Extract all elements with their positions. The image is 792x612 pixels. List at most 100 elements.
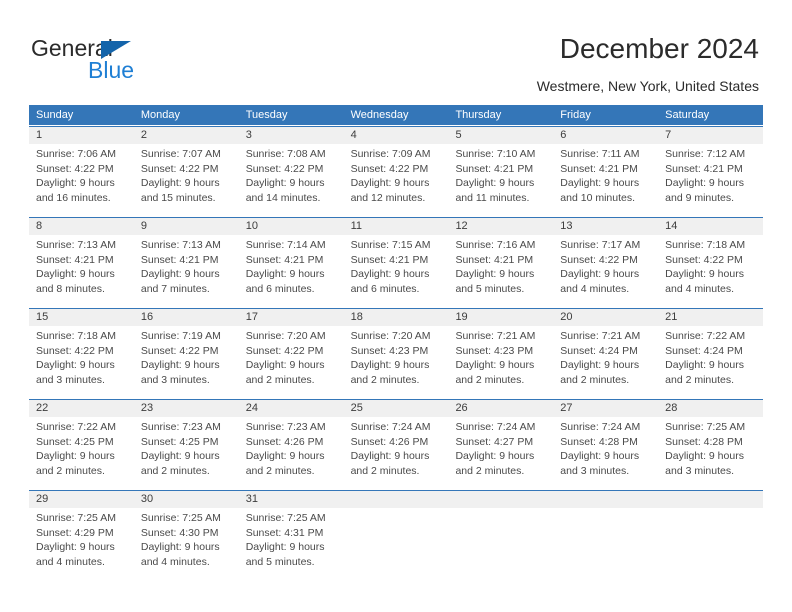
day-daylight-line2: and 2 minutes. (140, 464, 210, 477)
day-sunrise: Sunrise: 7:24 AM (560, 421, 641, 433)
day-sunset: Sunset: 4:21 PM (665, 162, 743, 175)
day-daylight-line2: and 14 minutes. (245, 191, 321, 204)
day-sunrise: Sunrise: 7:24 AM (350, 421, 431, 433)
day-number: 22 (29, 400, 134, 417)
day-sunset: Sunset: 4:21 PM (350, 253, 429, 266)
day-number: 12 (448, 218, 554, 235)
calendar-day-cell[interactable]: 26 Sunrise: 7:24 AM Sunset: 4:27 PM Dayligh… (448, 400, 554, 488)
day-daylight-line2: and 3 minutes. (36, 373, 105, 386)
day-sunset: Sunset: 4:21 PM (455, 253, 534, 266)
day-daylight-line2: and 9 minutes. (665, 191, 735, 204)
calendar-day-cell[interactable]: 31 Sunrise: 7:25 AM Sunset: 4:31 PM Dayligh… (238, 491, 344, 579)
calendar-day-cell[interactable]: 6 Sunrise: 7:11 AM Sunset: 4:21 PM Daylight… (553, 127, 659, 215)
day-sunset: Sunset: 4:25 PM (36, 435, 114, 448)
calendar-day-cell[interactable]: 29 Sunrise: 7:25 AM Sunset: 4:29 PM Dayligh… (29, 491, 134, 579)
calendar-day-cell[interactable]: 21 Sunrise: 7:22 AM Sunset: 4:24 PM Dayligh… (658, 309, 764, 397)
day-sunrise: Sunrise: 7:17 AM (560, 239, 641, 251)
calendar-day-cell-empty (343, 491, 449, 579)
day-sunrise: Sunrise: 7:06 AM (36, 148, 116, 160)
calendar-day-cell[interactable]: 27 Sunrise: 7:24 AM Sunset: 4:28 PM Dayligh… (553, 400, 659, 488)
calendar-weeks: 1 Sunrise: 7:06 AM Sunset: 4:22 PM Daylight… (29, 126, 764, 579)
calendar-day-cell[interactable]: 10 Sunrise: 7:14 AM Sunset: 4:21 PM Dayligh… (238, 218, 344, 306)
day-number: 26 (448, 400, 554, 417)
calendar-day-cell[interactable]: 5 Sunrise: 7:10 AM Sunset: 4:21 PM Daylight… (448, 127, 554, 215)
day-daylight-line1: Daylight: 9 hours (140, 359, 220, 372)
day-daylight-line2: and 7 minutes. (140, 282, 210, 295)
day-sunset: Sunset: 4:22 PM (665, 253, 743, 266)
day-number: 7 (658, 127, 764, 144)
day-number: 18 (343, 309, 449, 326)
day-sun-info: Sunrise: 7:21 AM Sunset: 4:23 PM Daylight:… (448, 326, 553, 387)
calendar-day-cell[interactable]: 17 Sunrise: 7:20 AM Sunset: 4:22 PM Dayligh… (238, 309, 344, 397)
calendar-day-cell[interactable]: 30 Sunrise: 7:25 AM Sunset: 4:30 PM Dayligh… (133, 491, 239, 579)
calendar-day-cell[interactable]: 25 Sunrise: 7:24 AM Sunset: 4:26 PM Dayligh… (343, 400, 449, 488)
calendar-day-cell[interactable]: 15 Sunrise: 7:18 AM Sunset: 4:22 PM Dayligh… (29, 309, 134, 397)
day-number: 30 (133, 491, 239, 508)
day-sun-info: Sunrise: 7:20 AM Sunset: 4:23 PM Daylight:… (344, 326, 449, 387)
calendar-day-cell[interactable]: 3 Sunrise: 7:08 AM Sunset: 4:22 PM Daylight… (238, 127, 344, 215)
calendar-day-cell[interactable]: 19 Sunrise: 7:21 AM Sunset: 4:23 PM Dayligh… (448, 309, 554, 397)
calendar-day-cell[interactable]: 13 Sunrise: 7:17 AM Sunset: 4:22 PM Dayligh… (553, 218, 659, 306)
calendar-day-cell[interactable]: 23 Sunrise: 7:23 AM Sunset: 4:25 PM Dayligh… (133, 400, 239, 488)
calendar-day-cell-empty (553, 491, 659, 579)
calendar-day-cell[interactable]: 12 Sunrise: 7:16 AM Sunset: 4:21 PM Dayligh… (448, 218, 554, 306)
calendar-day-cell[interactable]: 18 Sunrise: 7:20 AM Sunset: 4:23 PM Dayligh… (343, 309, 449, 397)
day-daylight-line1: Daylight: 9 hours (665, 268, 744, 281)
day-number (658, 491, 764, 508)
calendar-day-cell[interactable]: 11 Sunrise: 7:15 AM Sunset: 4:21 PM Dayligh… (343, 218, 449, 306)
calendar-day-cell[interactable]: 8 Sunrise: 7:13 AM Sunset: 4:21 PM Daylight… (29, 218, 134, 306)
day-daylight-line1: Daylight: 9 hours (140, 177, 220, 190)
day-sunset: Sunset: 4:22 PM (36, 162, 114, 175)
day-number: 10 (238, 218, 344, 235)
day-sunset: Sunset: 4:22 PM (36, 344, 114, 357)
calendar-day-cell[interactable]: 24 Sunrise: 7:23 AM Sunset: 4:26 PM Dayligh… (238, 400, 344, 488)
day-number: 13 (553, 218, 659, 235)
calendar-day-cell[interactable]: 14 Sunrise: 7:18 AM Sunset: 4:22 PM Dayligh… (658, 218, 764, 306)
day-sun-info: Sunrise: 7:16 AM Sunset: 4:21 PM Daylight:… (448, 235, 553, 296)
day-sun-info (344, 508, 449, 511)
calendar-day-cell[interactable]: 16 Sunrise: 7:19 AM Sunset: 4:22 PM Dayligh… (133, 309, 239, 397)
day-daylight-line1: Daylight: 9 hours (665, 450, 744, 463)
calendar-day-cell[interactable]: 9 Sunrise: 7:13 AM Sunset: 4:21 PM Daylight… (133, 218, 239, 306)
day-sunrise: Sunrise: 7:24 AM (455, 421, 536, 433)
day-sun-info: Sunrise: 7:24 AM Sunset: 4:27 PM Daylight:… (448, 417, 553, 478)
day-daylight-line2: and 4 minutes. (560, 282, 630, 295)
day-sun-info: Sunrise: 7:25 AM Sunset: 4:31 PM Daylight:… (239, 508, 344, 569)
day-sun-info: Sunrise: 7:08 AM Sunset: 4:22 PM Daylight:… (239, 144, 344, 205)
day-sun-info: Sunrise: 7:07 AM Sunset: 4:22 PM Daylight:… (134, 144, 239, 205)
day-sunset: Sunset: 4:30 PM (140, 526, 219, 539)
day-daylight-line1: Daylight: 9 hours (245, 450, 325, 463)
calendar-day-cell[interactable]: 1 Sunrise: 7:06 AM Sunset: 4:22 PM Daylight… (29, 127, 134, 215)
calendar-day-cell-empty (448, 491, 554, 579)
day-daylight-line1: Daylight: 9 hours (665, 359, 744, 372)
day-sunrise: Sunrise: 7:13 AM (36, 239, 116, 251)
calendar-day-cell[interactable]: 28 Sunrise: 7:25 AM Sunset: 4:28 PM Dayligh… (658, 400, 764, 488)
calendar-day-cell[interactable]: 2 Sunrise: 7:07 AM Sunset: 4:22 PM Daylight… (133, 127, 239, 215)
day-sunrise: Sunrise: 7:11 AM (560, 148, 640, 160)
day-number: 23 (133, 400, 239, 417)
day-number: 20 (553, 309, 659, 326)
day-sunrise: Sunrise: 7:13 AM (140, 239, 221, 251)
calendar-day-cell[interactable]: 20 Sunrise: 7:21 AM Sunset: 4:24 PM Dayligh… (553, 309, 659, 397)
day-number: 15 (29, 309, 134, 326)
day-daylight-line1: Daylight: 9 hours (350, 268, 430, 281)
day-daylight-line1: Daylight: 9 hours (245, 177, 325, 190)
day-number: 3 (238, 127, 344, 144)
day-sun-info (553, 508, 658, 511)
calendar-page: General Blue December 2024 Westmere, New… (0, 0, 792, 612)
calendar-day-cell[interactable]: 4 Sunrise: 7:09 AM Sunset: 4:22 PM Daylight… (343, 127, 449, 215)
day-sunrise: Sunrise: 7:12 AM (665, 148, 746, 160)
day-sun-info: Sunrise: 7:10 AM Sunset: 4:21 PM Daylight:… (448, 144, 553, 205)
calendar-day-cell[interactable]: 22 Sunrise: 7:22 AM Sunset: 4:25 PM Dayligh… (29, 400, 134, 488)
day-sunrise: Sunrise: 7:08 AM (245, 148, 326, 160)
calendar-day-cell[interactable]: 7 Sunrise: 7:12 AM Sunset: 4:21 PM Daylight… (658, 127, 764, 215)
day-daylight-line2: and 11 minutes. (455, 191, 530, 204)
day-daylight-line2: and 2 minutes. (350, 373, 420, 386)
day-daylight-line1: Daylight: 9 hours (245, 359, 325, 372)
day-daylight-line2: and 4 minutes. (36, 555, 105, 568)
day-sunrise: Sunrise: 7:10 AM (455, 148, 536, 160)
weekday-header-thursday: Thursday (455, 109, 502, 121)
day-daylight-line2: and 2 minutes. (36, 464, 105, 477)
day-number: 1 (29, 127, 134, 144)
day-daylight-line1: Daylight: 9 hours (245, 541, 325, 554)
